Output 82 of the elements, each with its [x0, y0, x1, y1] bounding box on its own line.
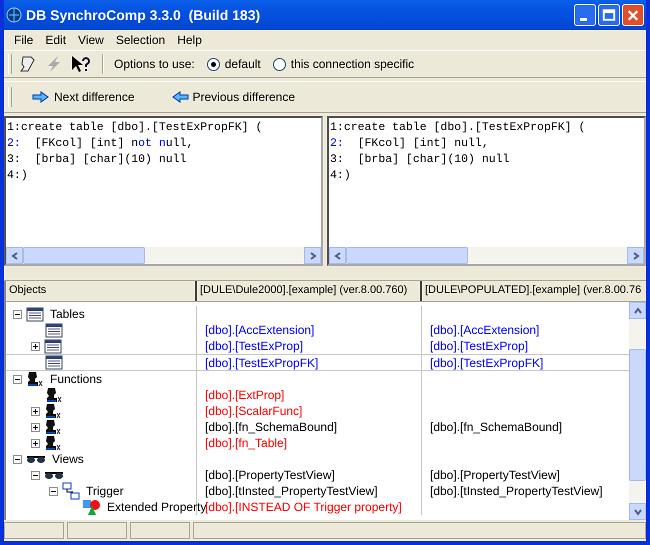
left-chevron-icon [10, 252, 18, 260]
left-chevron-icon [334, 252, 342, 260]
window-title: DB SynchroComp 3.3.0 (Build 183) [26, 7, 262, 23]
maximize-button[interactable] [598, 4, 620, 26]
object-name: [dbo].[tInsted_PropertyTestView] [430, 484, 603, 498]
globe-icon [6, 7, 22, 23]
figure-fx-icon [45, 387, 63, 403]
object-name: [dbo].[fn_SchemaBound] [430, 420, 562, 434]
object-name: [dbo].[AccExtension] [430, 323, 540, 337]
glasses-icon [26, 453, 46, 465]
table-icon [44, 338, 62, 354]
column-header[interactable]: [DULE\Dule2000].[example] (ver.8.00.760) [197, 281, 422, 301]
code-line: 2: [FKcol] [int] not null, [7, 136, 194, 152]
left-arrow-icon [170, 91, 188, 103]
figure-fx-icon [44, 435, 62, 451]
collapse-icon[interactable] [31, 470, 40, 480]
expand-icon[interactable] [31, 342, 40, 350]
object-name: [dbo].[fn_Table] [205, 436, 288, 450]
minimize-icon [580, 18, 586, 20]
expand-icon[interactable] [31, 438, 40, 448]
tree-node-label[interactable]: Tables [50, 307, 85, 321]
expand-icon[interactable] [31, 422, 40, 432]
object-name: [dbo].[ExtProp] [205, 388, 284, 402]
menu-item[interactable]: View [72, 33, 110, 47]
collapse-icon[interactable] [13, 374, 22, 384]
up-chevron-icon [634, 306, 642, 314]
figure-fx-icon [44, 419, 62, 435]
glasses-icon [44, 469, 64, 481]
minimize-button[interactable] [574, 4, 596, 26]
right-chevron-icon [308, 252, 316, 260]
right-chevron-icon [632, 252, 640, 260]
code-line: 4:) [7, 168, 29, 184]
object-name: [dbo].[INSTEAD OF Trigger property] [205, 500, 402, 514]
object-name: [dbo].[TestExPropFK] [205, 356, 318, 370]
menu-item[interactable]: File [8, 33, 40, 47]
collapse-icon[interactable] [13, 454, 22, 464]
expand-icon[interactable] [31, 406, 40, 416]
figure-fx-icon [26, 371, 44, 387]
vertical-scrollbar[interactable] [629, 302, 646, 520]
tree-node-label[interactable]: Trigger [86, 484, 124, 498]
code-line: 3: [brba] [char](10) null [330, 152, 510, 168]
code-line: 3: [brba] [char](10) null [7, 152, 188, 168]
linked-windows-icon [62, 482, 80, 500]
object-name: [dbo].[tInsted_PropertyTestView] [205, 484, 378, 498]
object-name: [dbo].[TestExPropFK] [430, 356, 544, 370]
collapse-icon[interactable] [49, 486, 58, 496]
column-header[interactable]: [DULE\POPULATED].[example] (ver.8.00.76 [422, 281, 646, 301]
code-line: 1:create table [dbo].[TestExPropFK] ( [7, 120, 264, 136]
shapes-icon [81, 498, 101, 516]
menu-item[interactable]: Edit [39, 33, 72, 47]
object-name: [dbo].[fn_SchemaBound] [205, 420, 338, 434]
options-label: Options to use: [114, 57, 195, 71]
down-chevron-icon [634, 508, 642, 516]
menu-item[interactable]: Help [171, 33, 208, 47]
table-icon [26, 306, 44, 322]
object-name: [dbo].[TestExProp] [205, 339, 304, 353]
horizontal-scrollbar[interactable] [329, 247, 644, 264]
code-line: 1:create table [dbo].[TestExPropFK] ( [330, 120, 586, 136]
object-name: [dbo].[ScalarFunc] [205, 404, 302, 418]
menu-item[interactable]: Selection [110, 33, 172, 47]
radio-button[interactable]: default [206, 57, 261, 71]
help-pointer-icon[interactable] [70, 54, 92, 74]
object-name: [dbo].[AccExtension] [205, 323, 314, 337]
nav-button[interactable]: Next difference [30, 88, 136, 106]
object-name: [dbo].[TestExProp] [430, 339, 528, 353]
tree-node-label[interactable]: Functions [50, 372, 102, 386]
column-header[interactable]: Objects [6, 281, 197, 301]
horizontal-scrollbar[interactable] [6, 247, 321, 264]
code-line: 4:) [330, 168, 352, 184]
figure-fx-icon [44, 403, 62, 419]
radio-button[interactable]: this connection specific [272, 57, 414, 71]
table-icon [45, 322, 63, 338]
tree-node-label[interactable]: Views [52, 452, 84, 466]
object-name: [dbo].[PropertyTestView] [430, 468, 560, 482]
close-button[interactable] [622, 4, 644, 26]
code-line: 2: [FKcol] [int] null, [330, 136, 490, 152]
tree-node-label[interactable]: Extended Property [107, 500, 206, 514]
object-name: [dbo].[PropertyTestView] [205, 468, 335, 482]
right-arrow-icon [32, 91, 50, 103]
collapse-icon[interactable] [13, 310, 22, 318]
table-icon [45, 355, 63, 370]
nav-button[interactable]: Previous difference [168, 88, 298, 106]
